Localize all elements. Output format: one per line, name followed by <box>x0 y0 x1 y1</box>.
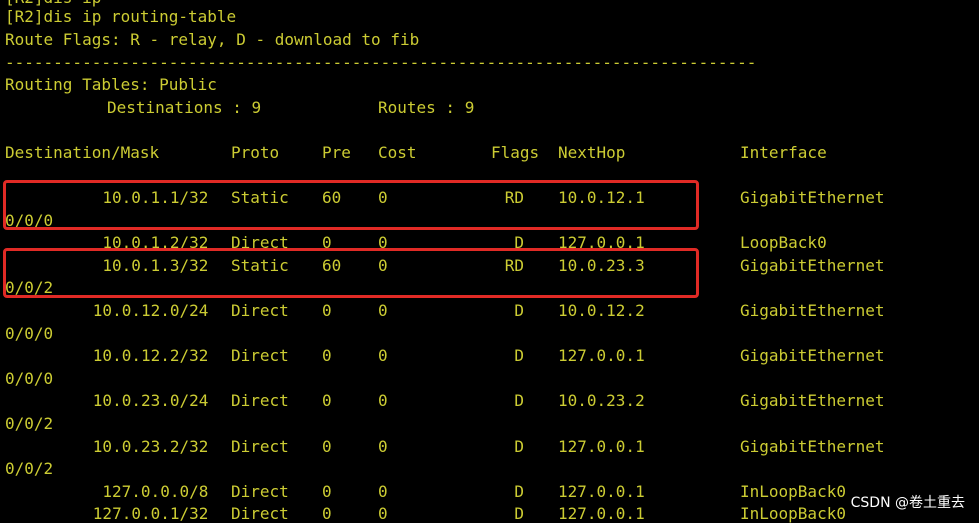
route-pre: 0 <box>322 436 332 456</box>
route-cost: 0 <box>378 255 388 275</box>
route-iface: InLoopBack0 <box>740 481 846 501</box>
route-iface: GigabitEthernet <box>740 346 885 366</box>
route-flags: D <box>514 391 525 411</box>
route-iface: GigabitEthernet <box>740 436 885 456</box>
route-dest: 10.0.1.3/32 <box>102 255 209 275</box>
route-dest: 10.0.1.2/32 <box>102 233 209 253</box>
route-proto: Direct <box>231 346 289 366</box>
header-iface: Interface <box>740 143 827 162</box>
route-cost: 0 <box>378 188 388 207</box>
route-iface: GigabitEthernet <box>740 188 885 207</box>
route-nexthop: 127.0.0.1 <box>558 233 645 253</box>
route-pre: 60 <box>322 255 342 275</box>
route-proto: Direct <box>231 301 289 320</box>
header-flags: Flags <box>491 143 540 162</box>
flags-legend: Route Flags: R - relay, D - download to … <box>5 30 420 49</box>
tables-title: Routing Tables: Public <box>5 75 217 94</box>
route-dest: 10.0.12.0/24 <box>92 301 209 320</box>
route-proto: Direct <box>231 481 289 501</box>
route-iface-wrap: 0/0/2 <box>5 414 54 433</box>
route-pre: 0 <box>322 391 332 411</box>
route-flags: D <box>514 504 525 523</box>
route-pre: 0 <box>322 481 332 501</box>
route-nexthop: 10.0.12.1 <box>558 188 645 207</box>
route-iface: GigabitEthernet <box>740 301 885 320</box>
route-flags: D <box>514 481 525 501</box>
csdn-watermark: CSDN @卷土重去 <box>850 495 965 511</box>
route-flags: D <box>514 346 525 366</box>
route-cost: 0 <box>378 233 388 253</box>
route-dest: 10.0.23.0/24 <box>92 391 209 411</box>
route-pre: 0 <box>322 301 332 320</box>
route-proto: Direct <box>231 436 289 456</box>
route-flags: D <box>514 436 525 456</box>
route-iface-wrap: 0/0/0 <box>5 210 54 230</box>
route-dest: 10.0.23.2/32 <box>92 436 209 456</box>
route-cost: 0 <box>378 391 388 411</box>
header-cost: Cost <box>378 143 417 162</box>
route-nexthop: 127.0.0.1 <box>558 436 645 456</box>
command-line: [R2]dis ip routing-table <box>5 7 237 26</box>
route-proto: Direct <box>231 233 289 253</box>
route-proto: Direct <box>231 391 289 411</box>
route-dest: 127.0.0.0/8 <box>102 481 209 501</box>
route-flags: D <box>514 233 525 253</box>
route-iface-wrap: 0/0/0 <box>5 368 54 388</box>
route-flags: RD <box>504 188 525 207</box>
route-cost: 0 <box>378 346 388 366</box>
route-iface-wrap: 0/0/2 <box>5 278 54 298</box>
route-flags: D <box>514 301 525 320</box>
route-proto: Direct <box>231 504 289 523</box>
route-dest: 10.0.1.1/32 <box>102 188 209 207</box>
route-iface: GigabitEthernet <box>740 255 885 275</box>
header-nexthop: NextHop <box>558 143 626 162</box>
route-nexthop: 127.0.0.1 <box>558 346 645 366</box>
route-cost: 0 <box>378 301 388 320</box>
route-nexthop: 10.0.12.2 <box>558 301 645 320</box>
route-iface: LoopBack0 <box>740 233 827 253</box>
routes-count: Routes : 9 <box>378 98 475 117</box>
route-nexthop: 10.0.23.2 <box>558 391 645 411</box>
separator-line: ----------------------------------------… <box>5 53 757 72</box>
terminal-window[interactable]: [R2]dis ip [R2]dis ip routing-table Rout… <box>0 0 979 523</box>
route-proto: Static <box>231 188 289 207</box>
route-proto: Static <box>231 255 289 275</box>
route-pre: 0 <box>322 233 332 253</box>
header-pre: Pre <box>322 143 351 162</box>
route-cost: 0 <box>378 436 388 456</box>
route-nexthop: 127.0.0.1 <box>558 504 645 523</box>
header-proto: Proto <box>231 143 280 162</box>
route-cost: 0 <box>378 504 388 523</box>
route-dest: 10.0.12.2/32 <box>92 346 209 366</box>
route-iface: InLoopBack0 <box>740 504 846 523</box>
route-iface-wrap: 0/0/2 <box>5 459 54 479</box>
route-cost: 0 <box>378 481 388 501</box>
header-dest: Destination/Mask <box>5 143 160 162</box>
route-pre: 60 <box>322 188 342 207</box>
route-iface: GigabitEthernet <box>740 391 885 411</box>
route-iface-wrap: 0/0/0 <box>5 323 54 343</box>
route-nexthop: 10.0.23.3 <box>558 255 645 275</box>
route-dest: 127.0.0.1/32 <box>92 504 209 523</box>
route-nexthop: 127.0.0.1 <box>558 481 645 501</box>
route-pre: 0 <box>322 504 332 523</box>
route-pre: 0 <box>322 346 332 366</box>
route-flags: RD <box>504 255 525 275</box>
destinations-count: Destinations : 9 <box>107 98 262 117</box>
